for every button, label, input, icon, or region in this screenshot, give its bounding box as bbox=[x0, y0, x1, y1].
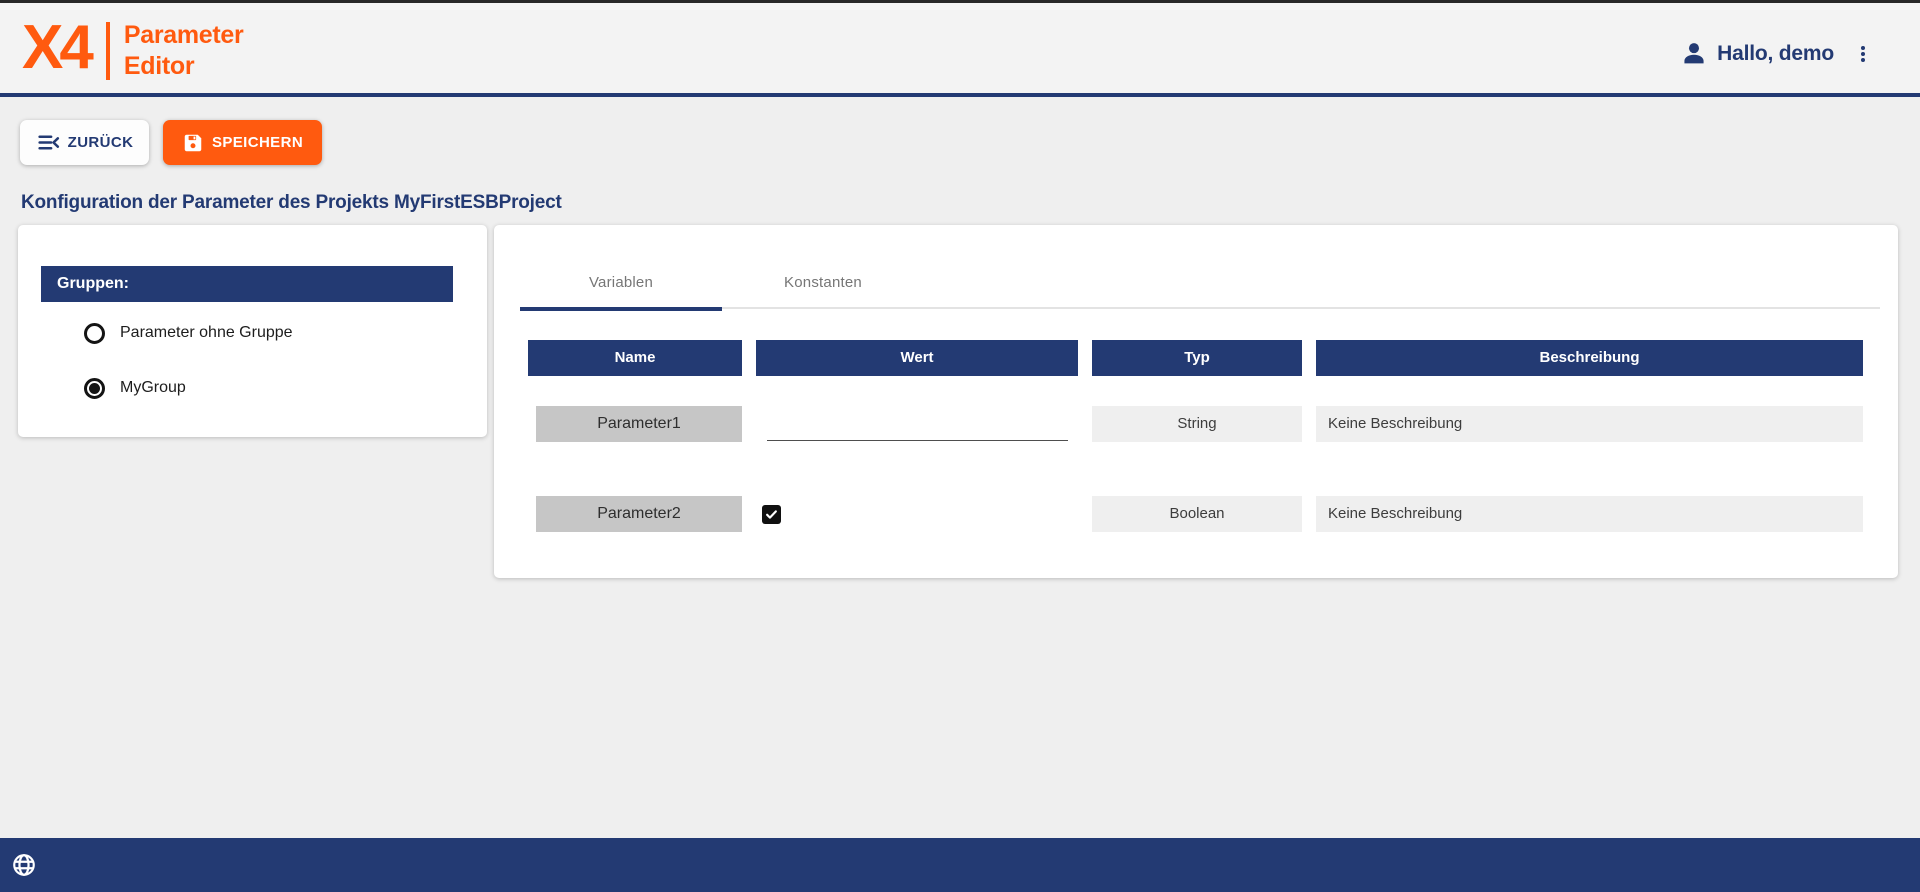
group-option-label: Parameter ohne Gruppe bbox=[120, 324, 293, 342]
product-name: Parameter Editor bbox=[124, 20, 244, 87]
group-option-no-group[interactable]: Parameter ohne Gruppe bbox=[84, 320, 293, 346]
param-type-cell: Boolean bbox=[1092, 496, 1302, 532]
column-header-wert: Wert bbox=[756, 340, 1078, 376]
footer-bar bbox=[0, 838, 1920, 892]
radio-selected-icon[interactable] bbox=[84, 378, 105, 399]
app-logo: X4 Parameter Editor bbox=[22, 9, 243, 87]
floppy-save-icon bbox=[182, 132, 204, 154]
back-button-label: ZURÜCK bbox=[68, 134, 134, 151]
app-header: X4 Parameter Editor Hallo, demo bbox=[0, 3, 1920, 97]
tab-variablen[interactable]: Variablen bbox=[520, 257, 722, 309]
group-option-mygroup[interactable]: MyGroup bbox=[84, 375, 186, 401]
param-type-cell: String bbox=[1092, 406, 1302, 442]
column-header-name: Name bbox=[528, 340, 742, 376]
radio-unselected-icon[interactable] bbox=[84, 323, 105, 344]
param-name-cell: Parameter1 bbox=[536, 406, 742, 442]
param-description-cell: Keine Beschreibung bbox=[1316, 406, 1863, 442]
tab-bar: Variablen Konstanten bbox=[520, 257, 1880, 309]
table-row: Parameter1 String Keine Beschreibung bbox=[528, 406, 1863, 442]
group-option-label: MyGroup bbox=[120, 379, 186, 397]
product-name-line2: Editor bbox=[124, 51, 244, 82]
x4-logo: X4 bbox=[22, 9, 90, 87]
value-checkbox-checked[interactable] bbox=[762, 505, 781, 524]
table-row: Parameter2 Boolean Keine Beschreibung bbox=[528, 496, 1863, 532]
save-button[interactable]: SPEICHERN bbox=[163, 120, 322, 165]
logo-divider bbox=[106, 22, 110, 80]
parameter-table: Name Wert Typ Beschreibung Parameter1 St… bbox=[528, 340, 1863, 532]
user-block: Hallo, demo bbox=[1680, 39, 1874, 69]
person-icon bbox=[1680, 40, 1708, 68]
globe-icon[interactable] bbox=[11, 852, 37, 878]
param-value-cell bbox=[756, 496, 1078, 532]
groups-panel: Gruppen: Parameter ohne Gruppe MyGroup bbox=[18, 225, 487, 437]
save-button-label: SPEICHERN bbox=[212, 134, 303, 151]
greeting-text: Hallo, demo bbox=[1717, 42, 1834, 66]
kebab-menu-icon[interactable] bbox=[1852, 39, 1874, 69]
page-title: Konfiguration der Parameter des Projekts… bbox=[21, 192, 562, 214]
menu-open-back-icon bbox=[36, 130, 61, 155]
tab-konstanten[interactable]: Konstanten bbox=[722, 257, 924, 309]
product-name-line1: Parameter bbox=[124, 20, 244, 51]
value-text-input[interactable] bbox=[767, 411, 1068, 441]
param-name-cell: Parameter2 bbox=[536, 496, 742, 532]
param-value-cell bbox=[756, 406, 1078, 442]
back-button[interactable]: ZURÜCK bbox=[20, 120, 149, 165]
table-header-row: Name Wert Typ Beschreibung bbox=[528, 340, 1863, 376]
parameters-panel: Variablen Konstanten Name Wert Typ Besch… bbox=[494, 225, 1898, 578]
groups-panel-header: Gruppen: bbox=[41, 266, 453, 302]
column-header-beschreibung: Beschreibung bbox=[1316, 340, 1863, 376]
column-header-typ: Typ bbox=[1092, 340, 1302, 376]
param-description-cell: Keine Beschreibung bbox=[1316, 496, 1863, 532]
